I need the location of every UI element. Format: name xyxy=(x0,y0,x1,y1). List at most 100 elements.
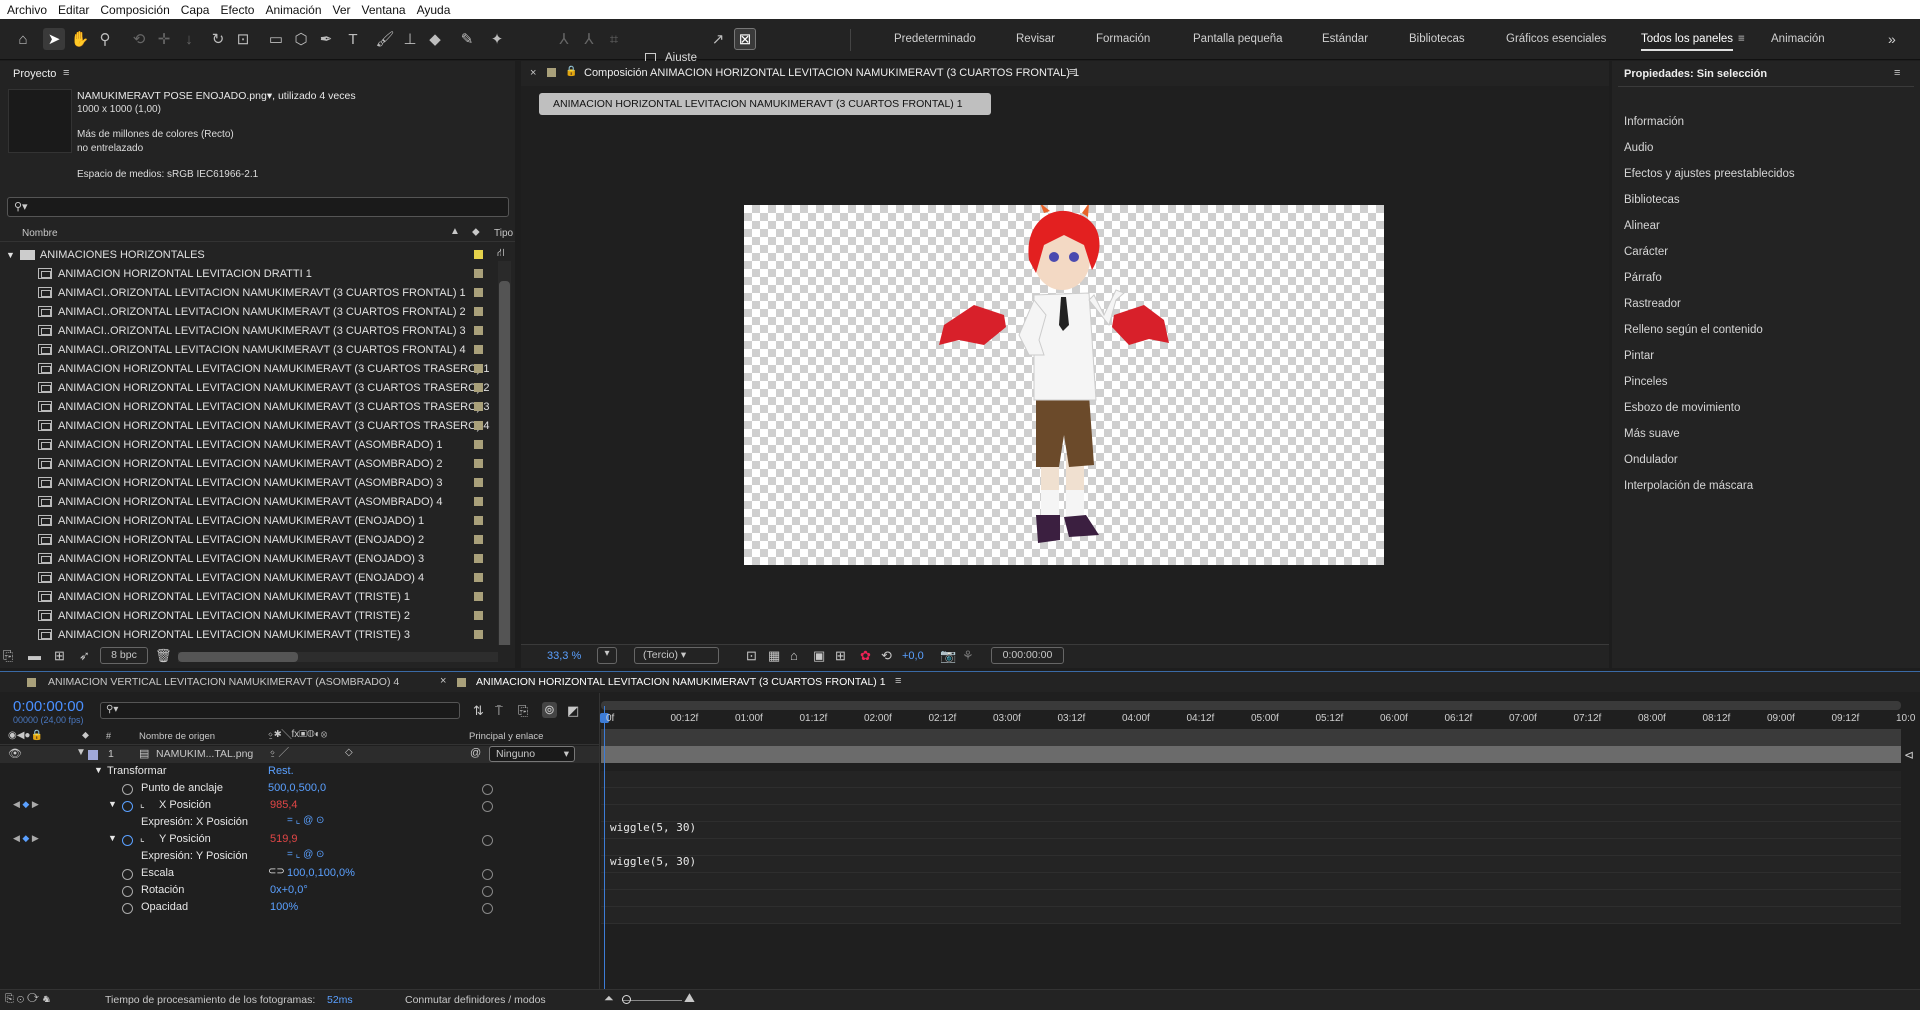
project-item[interactable]: ANIMACION HORIZONTAL LEVITACION NAMUKIME… xyxy=(0,454,510,473)
ypos-expression-text[interactable]: wiggle(5, 30) xyxy=(610,855,696,868)
axis-world-icon[interactable]: ⅄ xyxy=(578,28,600,50)
scale-stopwatch-icon[interactable] xyxy=(122,869,133,880)
workspace-formacion[interactable]: Formación xyxy=(1096,33,1150,45)
selection-tool-icon[interactable]: ➤ xyxy=(43,28,65,50)
project-item-label-swatch[interactable] xyxy=(474,535,483,544)
workspace-bibliotecas[interactable]: Bibliotecas xyxy=(1409,33,1465,45)
col-parent[interactable]: Principal y enlace xyxy=(469,731,543,742)
comp-menu-icon[interactable]: ≡ xyxy=(1069,66,1075,78)
folder-expand-icon[interactable]: ▼ xyxy=(6,250,15,260)
menu-archivo[interactable]: Archivo xyxy=(7,3,47,17)
ypos-pickwhip-icon[interactable] xyxy=(482,835,493,846)
project-item[interactable]: ANIMACION HORIZONTAL LEVITACION DRATTI 1 xyxy=(0,264,510,283)
transparency-grid-icon[interactable]: ▦ xyxy=(768,648,780,664)
axis-view-icon[interactable]: ⌗ xyxy=(603,28,625,50)
stopwatch-icon[interactable] xyxy=(122,784,133,795)
snapshot-icon[interactable]: 📷 xyxy=(940,648,956,664)
project-item-label-swatch[interactable] xyxy=(474,421,483,430)
snap-options-icon[interactable]: ↗ xyxy=(707,28,729,50)
menu-ver[interactable]: Ver xyxy=(333,3,351,17)
workspace-predeterminado[interactable]: Predeterminado xyxy=(894,33,976,45)
project-item-label-swatch[interactable] xyxy=(474,383,483,392)
graph-editor-icon[interactable]: ◩ xyxy=(567,703,579,719)
project-item-label-swatch[interactable] xyxy=(474,269,483,278)
ypos-stopwatch-icon[interactable] xyxy=(122,835,133,846)
new-folder-icon[interactable]: ▬ xyxy=(28,648,41,663)
project-item-label-swatch[interactable] xyxy=(474,459,483,468)
rotation-stopwatch-icon[interactable] xyxy=(122,886,133,897)
time-navigator[interactable] xyxy=(601,701,1901,710)
dolly-camera-icon[interactable]: ↓ xyxy=(178,28,200,50)
project-item-label-swatch[interactable] xyxy=(474,345,483,354)
panel-parrafo[interactable]: Párrafo xyxy=(1624,272,1662,284)
project-item-label-swatch[interactable] xyxy=(474,288,483,297)
panel-ondulador[interactable]: Ondulador xyxy=(1624,454,1678,466)
lock-icon[interactable]: 🔒 xyxy=(565,66,577,77)
zoom-slider-track[interactable] xyxy=(622,1000,682,1001)
scale-value[interactable]: 100,0,100,0% xyxy=(287,867,355,879)
project-menu-icon[interactable]: ≡ xyxy=(63,67,69,79)
properties-menu-icon[interactable]: ≡ xyxy=(1894,67,1900,79)
label-tag-icon[interactable]: ⬥ xyxy=(472,226,480,239)
layer-expand-icon[interactable]: ▼ xyxy=(76,747,86,758)
zoom-out-icon[interactable]: ⏶ xyxy=(604,991,614,1006)
axis-local-icon[interactable]: ⅄ xyxy=(553,28,575,50)
comp-canvas[interactable] xyxy=(744,205,1384,565)
xpos-graph-icon[interactable]: ⌞ xyxy=(140,799,145,810)
project-item[interactable]: ANIMACION HORIZONTAL LEVITACION NAMUKIME… xyxy=(0,473,510,492)
menu-ayuda[interactable]: Ayuda xyxy=(417,3,451,17)
panel-audio[interactable]: Audio xyxy=(1624,142,1653,154)
comp-current-time[interactable]: 0:00:00:00 xyxy=(991,647,1064,664)
panel-relleno[interactable]: Relleno según el contenido xyxy=(1624,324,1763,336)
xpos-value[interactable]: 985,4 xyxy=(270,799,298,811)
rectangle-tool-icon[interactable]: ▭ xyxy=(265,28,287,50)
parent-dropdown[interactable]: Ninguno ▾ xyxy=(489,746,575,762)
snap-grid-icon[interactable]: ⊠ xyxy=(734,28,756,50)
col-type[interactable]: Tipo xyxy=(494,228,513,239)
timeline-current-time[interactable]: 0:00:00:00 xyxy=(13,698,84,715)
project-item[interactable]: ANIMACION HORIZONTAL LEVITACION NAMUKIME… xyxy=(0,378,510,397)
guides-icon[interactable]: ⊞ xyxy=(835,648,846,664)
ypos-keyframe-nav-icon[interactable]: ◀ ◆ ▶ xyxy=(13,833,39,844)
comp-mini-flowchart-icon[interactable]: ⇅ xyxy=(473,703,484,719)
pan-camera-icon[interactable]: ✛ xyxy=(153,28,175,50)
opacity-stopwatch-icon[interactable] xyxy=(122,903,133,914)
3d-shape-icon[interactable]: ⬡ xyxy=(290,28,312,50)
workspace-graficos-esenciales[interactable]: Gráficos esenciales xyxy=(1506,33,1606,45)
project-item[interactable]: ANIMACI..ORIZONTAL LEVITACION NAMUKIMERA… xyxy=(0,340,510,359)
workspace-animacion[interactable]: Animación xyxy=(1771,33,1825,45)
interpret-footage-icon[interactable]: ⎘ xyxy=(3,648,13,664)
puppet-pin-icon[interactable]: ✦ xyxy=(486,28,508,50)
rotation-value[interactable]: 0x+0,0° xyxy=(270,884,308,896)
eye-icon[interactable]: 👁 xyxy=(8,747,22,760)
project-hscroll-thumb[interactable] xyxy=(178,652,298,662)
label-col-icon[interactable]: ⬥ xyxy=(82,730,89,741)
project-item-label-swatch[interactable] xyxy=(474,497,483,506)
project-item[interactable]: ANIMACION HORIZONTAL LEVITACION NAMUKIME… xyxy=(0,359,510,378)
new-composition-icon[interactable]: ⊞ xyxy=(54,648,65,664)
pickwhip-spiral-icon[interactable] xyxy=(482,784,493,795)
project-item[interactable]: ANIMACION HORIZONTAL LEVITACION NAMUKIME… xyxy=(0,530,510,549)
show-snapshot-icon[interactable]: ⚘ xyxy=(962,648,974,664)
ypos-graph-icon[interactable]: ⌞ xyxy=(140,833,145,844)
col-name[interactable]: Nombre xyxy=(22,228,58,239)
project-item-label-swatch[interactable] xyxy=(474,326,483,335)
layer-switches-icon[interactable]: ⍚✱╲fx▣◍◐⊗ xyxy=(268,729,327,740)
panel-bibliotecas[interactable]: Bibliotecas xyxy=(1624,194,1680,206)
layer-name[interactable]: NAMUKIM...TAL.png xyxy=(156,748,253,760)
draft-3d-icon[interactable]: ⍑ xyxy=(495,703,503,719)
project-item-label-swatch[interactable] xyxy=(474,440,483,449)
menu-composicion[interactable]: Composición xyxy=(100,3,169,17)
project-item[interactable]: ANIMACION HORIZONTAL LEVITACION NAMUKIME… xyxy=(0,492,510,511)
timeline-menu-icon[interactable]: ≡ xyxy=(895,675,901,687)
col-source-name[interactable]: Nombre de origen xyxy=(139,731,215,742)
footer-toggle-icons[interactable]: ⎘ ⊙ ⟳ ♞ xyxy=(5,993,51,1006)
project-item-label-swatch[interactable] xyxy=(474,478,483,487)
ypos-expand-icon[interactable]: ▼ xyxy=(108,833,117,843)
project-item-label-swatch[interactable] xyxy=(474,611,483,620)
playhead[interactable] xyxy=(604,706,605,989)
project-item-label-swatch[interactable] xyxy=(474,307,483,316)
brush-tool-icon[interactable]: 🖌 xyxy=(374,28,396,50)
work-area-bar[interactable] xyxy=(601,729,1901,746)
panel-alinear[interactable]: Alinear xyxy=(1624,220,1660,232)
